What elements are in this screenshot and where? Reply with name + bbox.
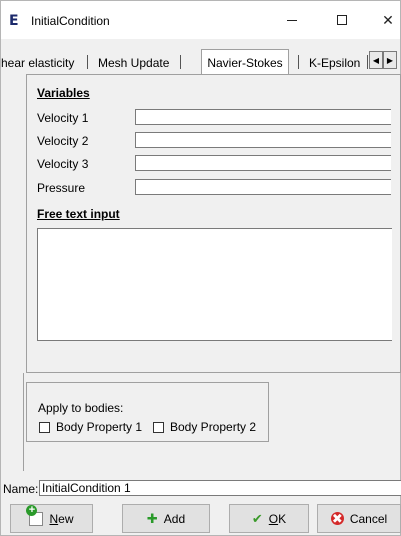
velocity-1-input[interactable] [135, 109, 391, 125]
body-property-1-checkbox[interactable]: Body Property 1 [39, 420, 142, 434]
pressure-label: Pressure [37, 181, 86, 195]
checkmark-icon: ✔ [251, 511, 263, 526]
name-label: Name: [3, 482, 39, 496]
new-document-icon [26, 504, 44, 526]
tab-separator [180, 55, 181, 69]
velocity-2-input[interactable] [135, 132, 391, 148]
new-button-label: New [49, 511, 74, 526]
apply-to-bodies-group: Apply to bodies: Body Property 1 Body Pr… [26, 382, 269, 442]
body-property-2-label: Body Property 2 [170, 420, 257, 434]
checkbox-box[interactable] [153, 421, 164, 433]
panel-content: Variables Velocity 1 Velocity 2 Velocity… [27, 75, 400, 372]
cancel-x-icon: ✖ [330, 511, 344, 526]
close-icon: ✕ [382, 11, 394, 28]
pressure-input[interactable] [135, 179, 391, 195]
add-button-label: Add [163, 511, 186, 526]
title-bar[interactable]: E InitialCondition ✕ [1, 1, 400, 39]
maximize-button[interactable] [319, 1, 365, 39]
tab-navier-stokes[interactable]: Navier-Stokes [201, 49, 289, 75]
body-property-2-checkbox[interactable]: Body Property 2 [153, 420, 256, 434]
arrow-left-icon: ◀ [372, 55, 380, 65]
tab-scroll-left-button[interactable]: ◀ [369, 51, 383, 69]
apply-to-bodies-label: Apply to bodies: [38, 401, 124, 415]
add-button[interactable]: ✚ Add [122, 504, 210, 533]
app-icon: E [9, 13, 19, 29]
bodies-area: Apply to bodies: Body Property 1 Body Pr… [23, 373, 401, 471]
velocity-3-label: Velocity 3 [37, 157, 89, 171]
window-title: InitialCondition [31, 14, 110, 28]
variables-heading: Variables [37, 86, 90, 100]
velocity-3-input[interactable] [135, 155, 391, 171]
velocity-1-label: Velocity 1 [37, 111, 89, 125]
free-text-heading: Free text input [37, 207, 120, 221]
initial-condition-window: E InitialCondition ✕ hear elasticity Mes… [0, 0, 401, 536]
cancel-button[interactable]: ✖ Cancel [317, 504, 401, 533]
maximize-icon [337, 15, 347, 25]
tab-separator [298, 55, 299, 69]
new-button[interactable]: New [10, 504, 93, 533]
tab-k-epsilon[interactable]: K-Epsilon [309, 53, 360, 73]
checkbox-box[interactable] [39, 421, 50, 433]
minimize-button[interactable] [269, 1, 315, 39]
tab-scroll-buttons: ◀ ▶ [369, 51, 397, 69]
velocity-2-label: Velocity 2 [37, 134, 89, 148]
tab-strip: hear elasticity Mesh Update Navier-Stoke… [1, 49, 401, 75]
tab-hear-elasticity[interactable]: hear elasticity [1, 53, 74, 73]
navier-stokes-panel: Variables Velocity 1 Velocity 2 Velocity… [26, 74, 401, 373]
add-plus-icon: ✚ [146, 511, 158, 526]
ok-button-label: OK [268, 511, 287, 526]
tab-separator [87, 55, 88, 69]
arrow-right-icon: ▶ [386, 55, 394, 65]
free-text-textarea[interactable] [37, 228, 392, 341]
tab-scroll-right-button[interactable]: ▶ [383, 51, 397, 69]
ok-button[interactable]: ✔ OK [229, 504, 309, 533]
name-input[interactable]: InitialCondition 1 [39, 480, 401, 496]
close-button[interactable]: ✕ [365, 1, 401, 39]
body-property-1-label: Body Property 1 [56, 420, 143, 434]
tab-separator [367, 55, 368, 69]
minimize-icon [287, 19, 297, 21]
tab-mesh-update[interactable]: Mesh Update [98, 53, 169, 73]
cancel-button-label: Cancel [349, 511, 388, 526]
